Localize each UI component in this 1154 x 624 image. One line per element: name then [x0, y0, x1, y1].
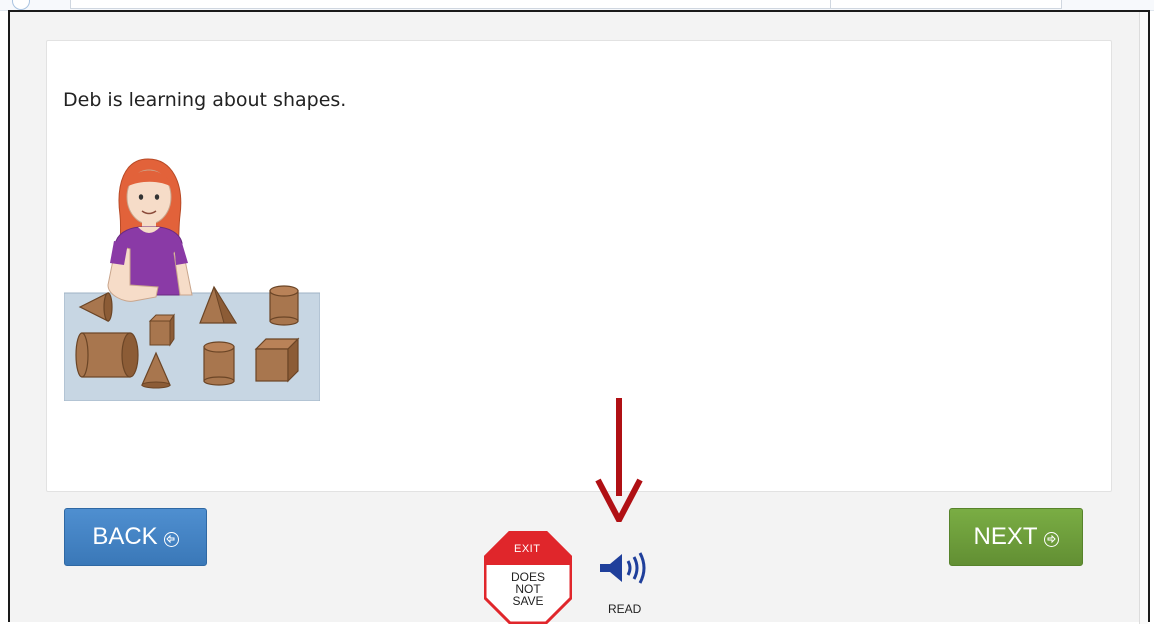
exit-does-not-save-button[interactable]: EXIT DOES NOT SAVE [484, 531, 572, 624]
speaker-icon [600, 552, 646, 584]
browser-tab[interactable] [830, 0, 1062, 9]
next-button[interactable]: NEXT [949, 508, 1083, 566]
back-button-label: BACK [92, 523, 158, 550]
next-arrow-circle-icon [1043, 531, 1059, 547]
question-card: Deb is learning about shapes. [46, 40, 1112, 492]
read-aloud-button[interactable]: READ [596, 544, 660, 618]
annotation-arrow-icon [595, 398, 643, 522]
back-arrow-circle-icon [163, 531, 179, 547]
scrollbar[interactable] [1139, 12, 1148, 624]
back-button[interactable]: BACK [64, 508, 207, 566]
exit-line-3: SAVE [512, 594, 544, 608]
browser-button[interactable] [12, 0, 30, 10]
exit-label: EXIT [514, 543, 541, 555]
deb-shapes-illustration [64, 158, 320, 401]
next-button-label: NEXT [973, 523, 1038, 550]
read-label: READ [608, 602, 642, 616]
question-prompt: Deb is learning about shapes. [63, 89, 347, 111]
address-bar[interactable] [70, 0, 832, 9]
